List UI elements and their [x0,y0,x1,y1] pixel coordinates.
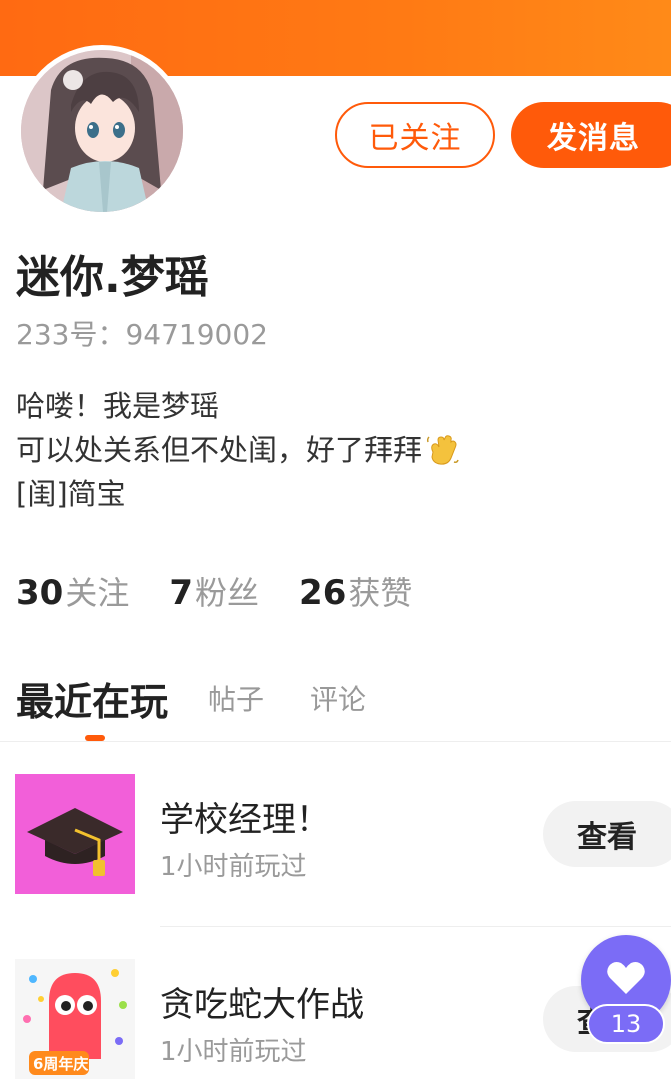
likes-stat: 26 获赞 [299,568,412,614]
bio-line: 可以处关系但不处闺，好了拜拜 [16,428,460,472]
avatar-image [21,50,183,212]
bio-line-text: 哈喽！我是梦瑶 [16,389,220,423]
list-divider [160,926,671,927]
view-button[interactable]: 查看 [543,801,671,867]
graduation-cap-icon [15,774,135,894]
tab-recently-played[interactable]: 最近在玩 [16,671,168,726]
game-title: 贪吃蛇大作战 [160,985,364,1025]
snake-game-icon: 6周年庆 [15,959,135,1079]
send-message-button[interactable]: 发消息 [511,102,671,168]
profile-tabs: 最近在玩 帖子 评论 [16,668,412,728]
bio-line: [闺]简宝 [16,472,460,516]
avatar[interactable] [16,45,188,217]
followed-button[interactable]: 已关注 [335,102,495,168]
game-last-played: 1小时前玩过 [160,852,307,882]
fans-label: 粉丝 [195,574,260,612]
anniversary-badge: 6周年庆 [33,1055,89,1073]
fans-stat[interactable]: 7 粉丝 [169,568,259,614]
profile-stats: 30 关注 7 粉丝 26 获赞 [16,568,452,614]
heart-icon [607,962,645,994]
tabs-divider [0,741,671,742]
like-count-badge: 13 [587,1004,665,1044]
following-count: 30 [16,573,64,613]
following-stat[interactable]: 30 关注 [16,568,129,614]
game-title: 学校经理！ [160,800,330,840]
list-item[interactable]: 学校经理！ 1小时前玩过 查看 [0,774,671,894]
user-id: 233号：94719002 [16,318,268,351]
bio: 哈喽！我是梦瑶 可以处关系但不处闺，好了拜拜 [闺]简宝 [16,384,460,516]
game-last-played: 1小时前玩过 [160,1037,307,1067]
tab-posts[interactable]: 帖子 [208,678,264,718]
bio-line: 哈喽！我是梦瑶 [16,384,460,428]
waving-hand-icon [424,432,460,468]
likes-count: 26 [299,573,347,613]
tab-comments[interactable]: 评论 [310,678,366,718]
username: 迷你.梦瑶 [16,252,209,303]
list-item[interactable]: 6周年庆 贪吃蛇大作战 1小时前玩过 查看 [0,959,671,1079]
bio-line-text: 可以处关系但不处闺，好了拜拜 [16,433,423,467]
fans-count: 7 [169,573,194,613]
bio-line-text: [闺]简宝 [16,477,126,511]
likes-label: 获赞 [348,574,413,612]
following-label: 关注 [65,574,130,612]
